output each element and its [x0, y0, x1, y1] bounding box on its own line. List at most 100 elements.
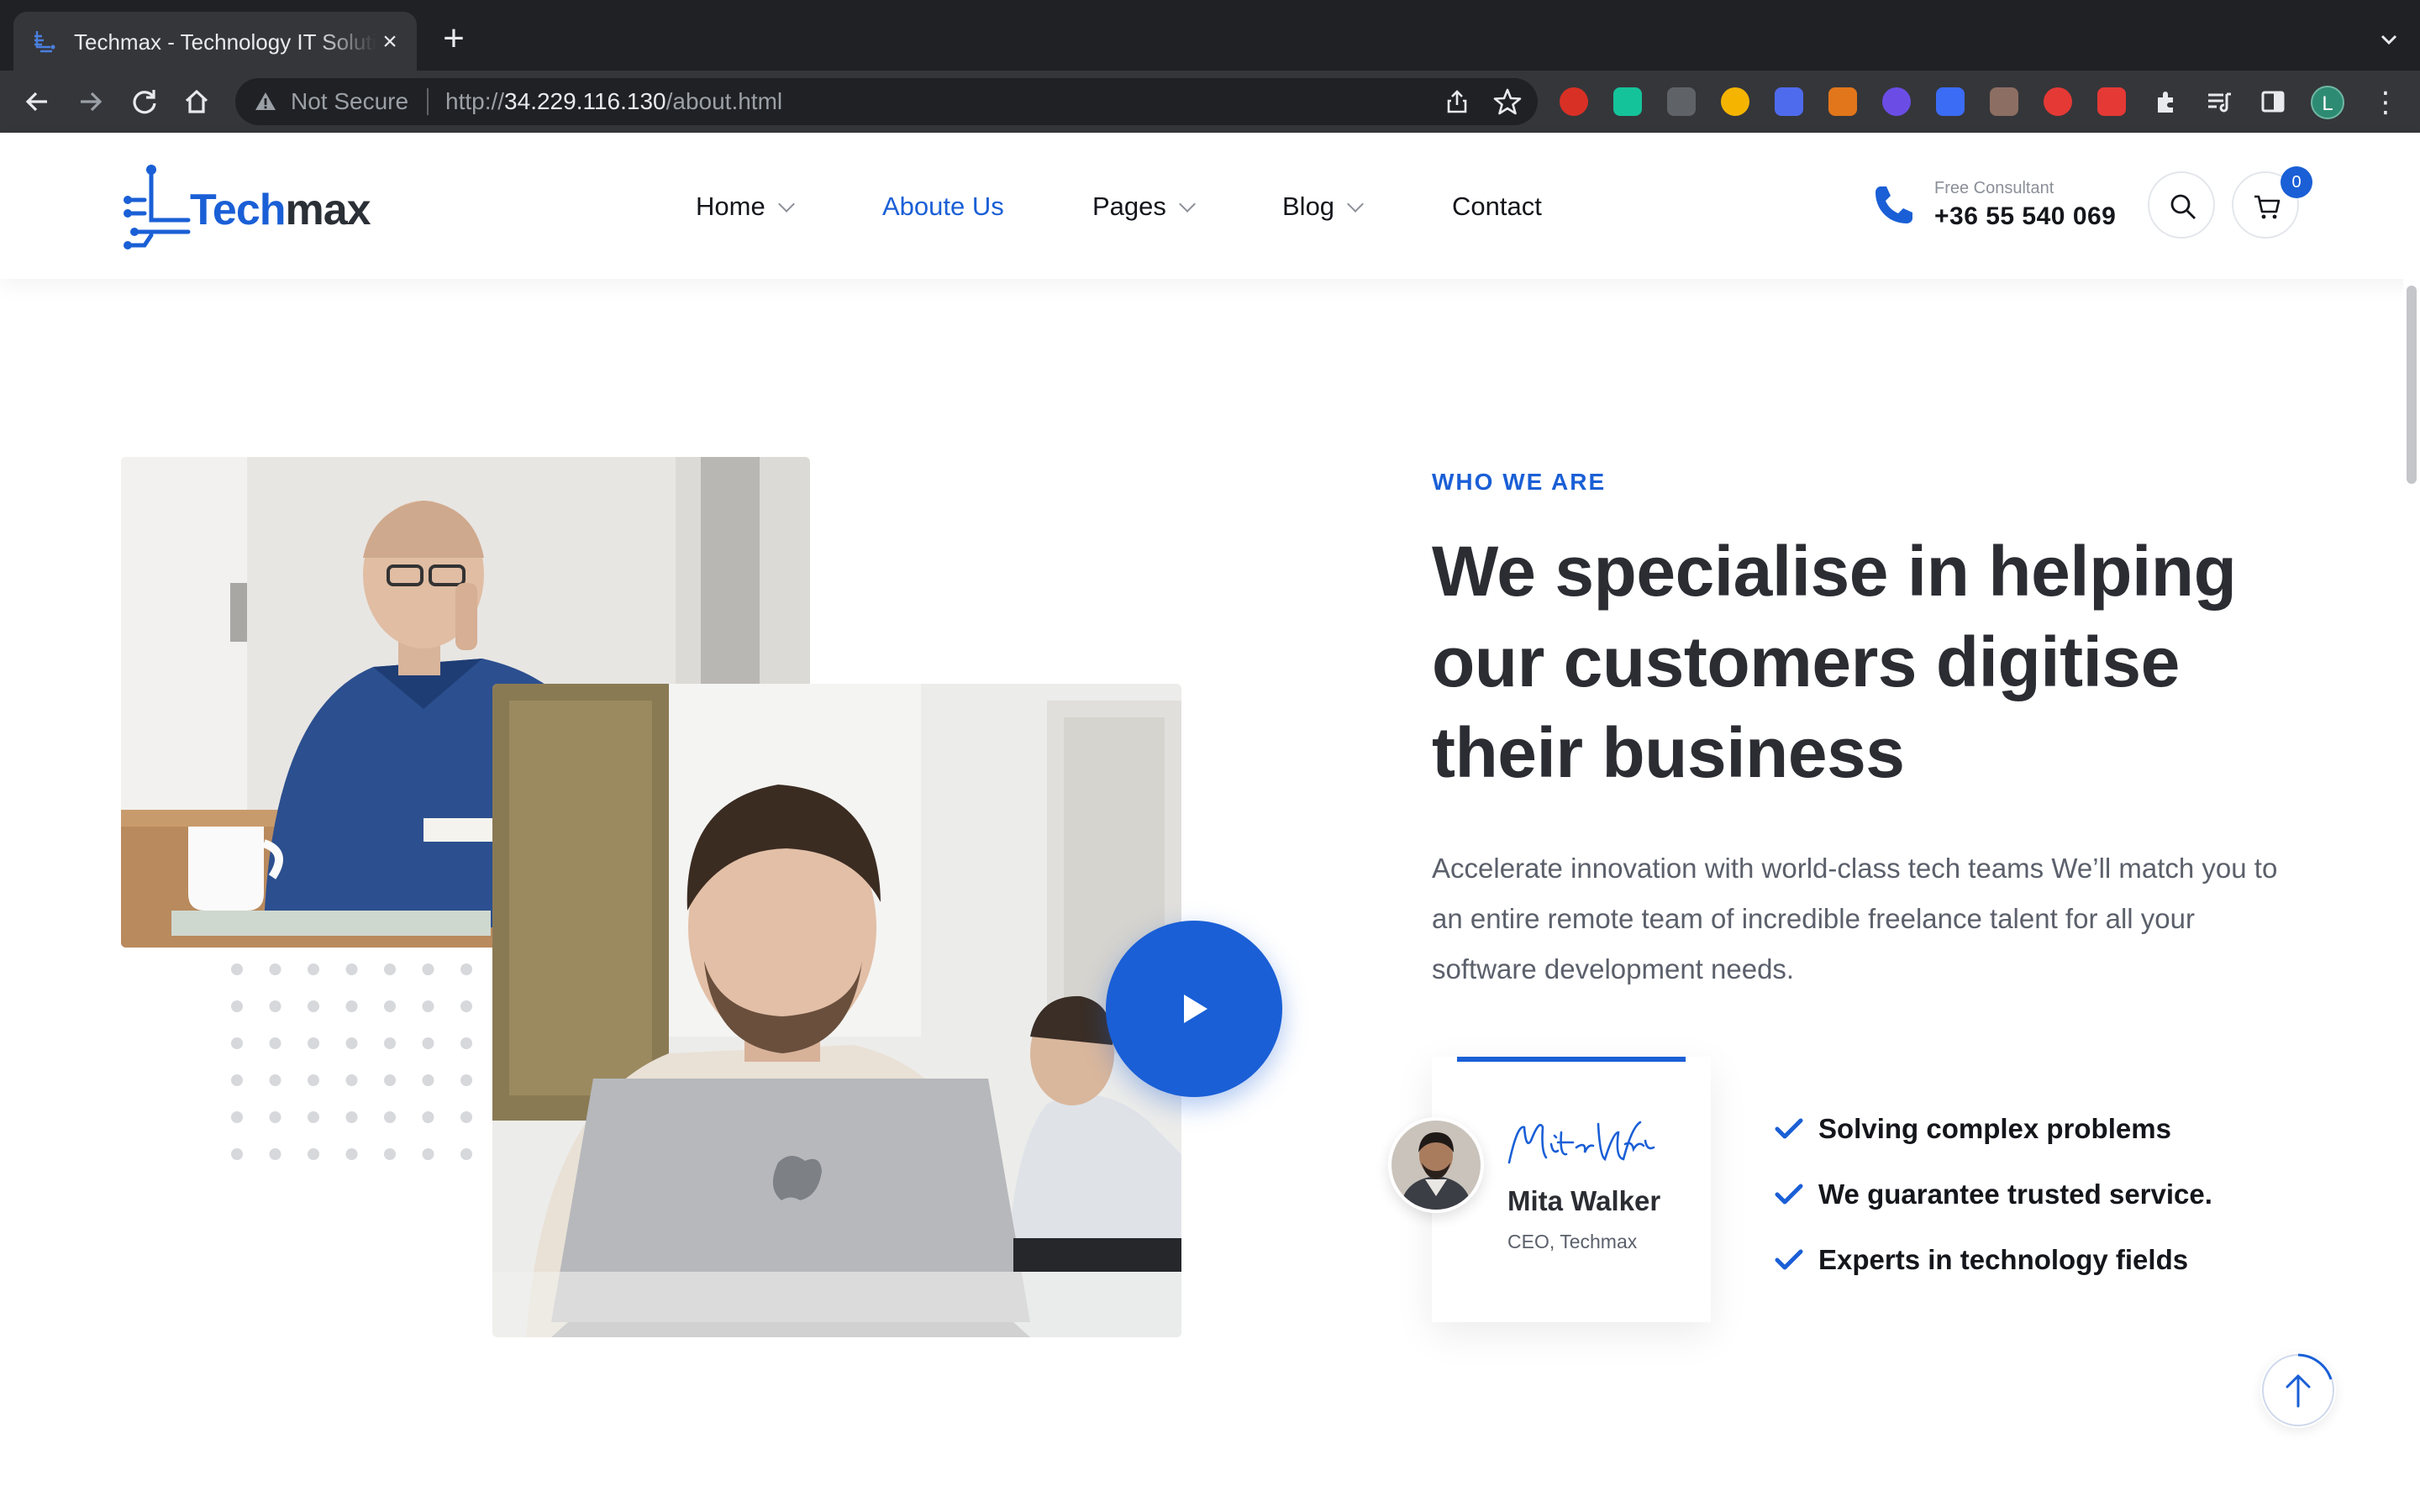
site-header: Techmax Home Aboute Us Pages Blog Contac… — [0, 133, 2420, 279]
decorative-dot — [384, 1000, 396, 1012]
decorative-dot — [384, 1111, 396, 1123]
ext-owl-icon[interactable] — [1990, 87, 2018, 116]
phone-icon — [1876, 186, 1912, 223]
decorative-dot — [308, 1074, 319, 1086]
free-consultant-label: Free Consultant — [1934, 179, 2054, 197]
decorative-dot — [231, 1000, 243, 1012]
ext-red-box-icon[interactable] — [2097, 87, 2126, 116]
star-icon[interactable] — [1492, 87, 1523, 117]
new-tab-button[interactable]: + — [437, 20, 471, 57]
ext-red-video-icon[interactable] — [2044, 87, 2072, 116]
reload-icon[interactable] — [128, 85, 161, 118]
ceo-avatar — [1388, 1117, 1484, 1213]
decorative-dot — [460, 1148, 472, 1160]
decorative-dot — [308, 1111, 319, 1123]
decorative-dot — [269, 963, 281, 975]
nav-item-about[interactable]: Aboute Us — [882, 188, 1004, 225]
extensions-icon[interactable] — [2151, 87, 2180, 116]
decorative-dot — [422, 963, 434, 975]
nav-item-blog[interactable]: Blog — [1282, 188, 1364, 225]
share-icon[interactable] — [1444, 88, 1470, 115]
browser-tab-active[interactable]: Techmax - Technology IT Solutions × — [13, 12, 417, 71]
decorative-dot — [422, 1074, 434, 1086]
check-icon — [1775, 1249, 1803, 1270]
tab-close-icon[interactable]: × — [375, 27, 405, 57]
decorative-dot — [308, 963, 319, 975]
decorative-dot — [345, 1074, 358, 1086]
decorative-dot — [345, 1037, 358, 1049]
techmax-logo[interactable]: Techmax — [121, 161, 381, 254]
reading-list-icon[interactable] — [2205, 87, 2233, 116]
ext-purple-bot-icon[interactable] — [1882, 87, 1911, 116]
address-bar[interactable]: Not Secure http://34.229.116.130/about.h… — [235, 78, 1538, 125]
forward-icon[interactable] — [74, 85, 108, 118]
decorative-dot — [384, 963, 396, 975]
decorative-dot — [231, 1074, 243, 1086]
decorative-dot — [422, 1148, 434, 1160]
cart-icon — [2254, 195, 2281, 219]
home-icon[interactable] — [180, 85, 213, 118]
nav-item-pages[interactable]: Pages — [1092, 188, 1196, 225]
url-path: /about.html — [666, 88, 783, 114]
decorative-dot — [231, 1148, 243, 1160]
nav-item-blog-label: Blog — [1282, 192, 1335, 221]
ceo-signature — [1507, 1121, 1655, 1164]
nav-item-contact[interactable]: Contact — [1452, 188, 1542, 225]
section-headline: We specialise in helping our customers d… — [1432, 532, 2237, 792]
back-to-top-button[interactable] — [2260, 1352, 2336, 1428]
ceo-role: CEO, Techmax — [1507, 1231, 1638, 1252]
ceo-card-accent-bar — [1457, 1057, 1686, 1062]
decorative-dot-grid — [231, 963, 472, 1160]
decorative-dot — [269, 1111, 281, 1123]
decorative-dot — [345, 1148, 358, 1160]
decorative-dot — [384, 1037, 396, 1049]
decorative-dot — [231, 1111, 243, 1123]
warning-icon[interactable] — [254, 90, 277, 113]
decorative-dot — [269, 1000, 281, 1012]
page-scrollbar-thumb[interactable] — [2407, 286, 2417, 484]
ext-code-icon[interactable] — [1667, 87, 1696, 116]
search-button[interactable] — [2148, 171, 2215, 239]
url-text[interactable]: http://34.229.116.130/about.html — [445, 88, 782, 115]
nav-item-contact-label: Contact — [1452, 192, 1542, 221]
office-photo-man-on-laptop-image — [492, 684, 1181, 1337]
logo-wordmark: Techmax — [190, 185, 371, 235]
decorative-dot — [460, 1037, 472, 1049]
decorative-dot — [460, 963, 472, 975]
decorative-dot — [308, 1148, 319, 1160]
nav-item-home[interactable]: Home — [696, 188, 795, 225]
ext-blue-tag-icon[interactable] — [1936, 87, 1965, 116]
back-icon[interactable] — [20, 85, 54, 118]
feature-text: Solving complex problems — [1818, 1113, 2171, 1144]
decorative-dot — [231, 963, 243, 975]
office-photo-man-on-laptop — [492, 684, 1181, 1337]
browser-toolbar: Not Secure http://34.229.116.130/about.h… — [0, 71, 2420, 133]
security-label[interactable]: Not Secure — [291, 88, 408, 115]
techmax-logo-mark-icon — [124, 165, 191, 249]
decorative-dot — [308, 1000, 319, 1012]
play-icon — [1184, 995, 1207, 1023]
consultant-phone-number[interactable]: +36 55 540 069 — [1934, 202, 2116, 232]
tab-search-chevron-icon[interactable] — [2375, 25, 2403, 54]
ext-red-shield-icon[interactable] — [1560, 87, 1588, 116]
feature-text: Experts in technology fields — [1818, 1244, 2189, 1275]
decorative-dot — [460, 1111, 472, 1123]
decorative-dot — [384, 1074, 396, 1086]
play-video-button[interactable] — [1106, 921, 1282, 1097]
logo-wordmark-suffix: max — [285, 186, 371, 234]
url-scheme: http:// — [445, 88, 505, 114]
decorative-dot — [422, 1037, 434, 1049]
cart-count-badge: 0 — [2281, 166, 2312, 198]
decorative-dot — [460, 1074, 472, 1086]
browser-menu-icon[interactable]: ⋮ — [2371, 86, 2400, 119]
ext-color-pinwheel-icon[interactable] — [1721, 87, 1749, 116]
profile-avatar[interactable]: L — [2311, 86, 2344, 119]
ext-blue-burst-icon[interactable] — [1775, 87, 1803, 116]
side-panel-icon[interactable] — [2259, 87, 2287, 116]
check-icon — [1775, 1184, 1803, 1205]
ext-fox-icon[interactable] — [1828, 87, 1857, 116]
ext-grammarly-icon[interactable] — [1613, 87, 1642, 116]
ceo-avatar-photo — [1392, 1121, 1481, 1210]
tab-title: Techmax - Technology IT Solutions — [74, 29, 376, 55]
decorative-dot — [345, 1111, 358, 1123]
